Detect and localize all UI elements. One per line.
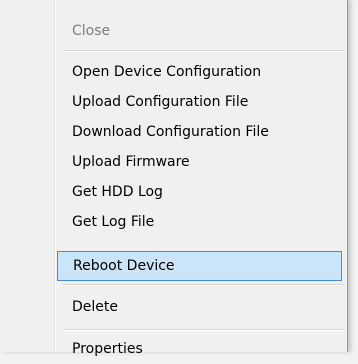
menu-item-delete[interactable]: Delete [0, 292, 346, 322]
context-menu: Close Open Device Configuration Upload C… [0, 0, 348, 357]
menu-item-reboot-device[interactable]: Reboot Device [57, 251, 342, 281]
menu-item-upload-configuration-file[interactable]: Upload Configuration File [0, 87, 346, 117]
menu-item-download-configuration-file[interactable]: Download Configuration File [0, 117, 346, 147]
menu-item-properties[interactable]: Properties [0, 334, 346, 364]
menu-item-open-device-configuration[interactable]: Open Device Configuration [0, 57, 346, 87]
menu-separator [62, 329, 344, 331]
menu-separator [62, 284, 344, 286]
menu-item-upload-firmware[interactable]: Upload Firmware [0, 147, 346, 177]
menu-separator [62, 50, 344, 52]
menu-item-close: Close [72, 23, 111, 39]
menu-item-get-hdd-log[interactable]: Get HDD Log [0, 177, 346, 207]
menu-item-get-log-file[interactable]: Get Log File [0, 207, 346, 237]
